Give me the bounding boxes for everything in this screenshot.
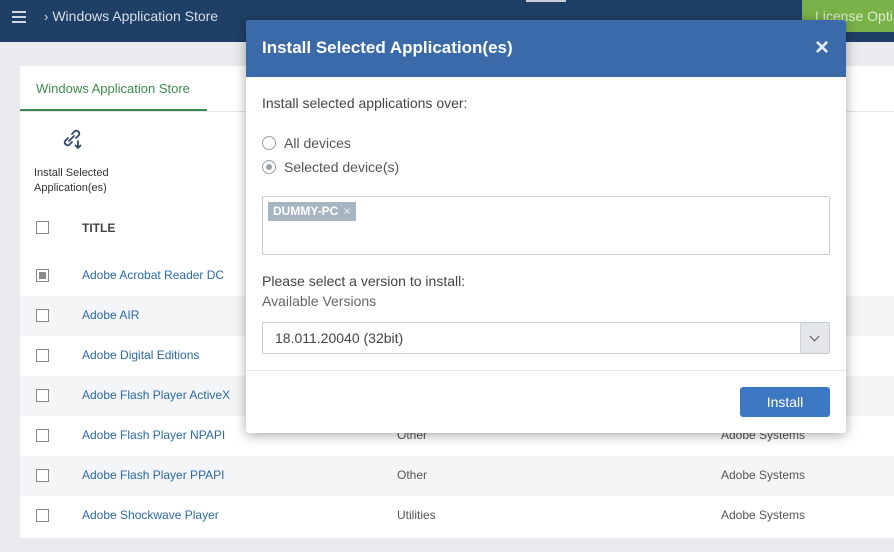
close-icon[interactable]: × <box>812 36 832 60</box>
install-dialog: Install Selected Application(es) × Insta… <box>246 20 846 433</box>
row-checkbox[interactable] <box>36 469 49 482</box>
breadcrumb[interactable]: › Windows Application Store <box>44 8 218 24</box>
version-select[interactable]: 18.011.20040 (32bit) <box>262 322 830 354</box>
row-checkbox[interactable] <box>36 509 49 522</box>
dialog-footer-divider <box>246 370 846 371</box>
row-checkbox[interactable] <box>36 269 49 282</box>
all-devices-label[interactable]: All devices <box>284 135 351 151</box>
row-checkbox[interactable] <box>36 309 49 322</box>
menu-icon[interactable] <box>12 11 26 23</box>
select-all-checkbox[interactable] <box>36 221 49 234</box>
app-name-link[interactable]: Adobe Flash Player ActiveX <box>82 388 230 402</box>
table-row[interactable]: Adobe Shockwave Player Utilities Adobe S… <box>20 496 894 536</box>
tab-windows-application-store[interactable]: Windows Application Store <box>20 66 207 112</box>
row-checkbox[interactable] <box>36 429 49 442</box>
selected-devices-radio[interactable] <box>262 160 276 174</box>
install-over-label: Install selected applications over: <box>262 95 468 111</box>
app-name-link[interactable]: Adobe Acrobat Reader DC <box>82 268 224 282</box>
row-checkbox[interactable] <box>36 349 49 362</box>
row-checkbox[interactable] <box>36 389 49 402</box>
install-button[interactable]: Install <box>740 387 830 417</box>
selected-devices-label[interactable]: Selected device(s) <box>284 159 399 175</box>
version-prompt: Please select a version to install: <box>262 273 466 289</box>
app-category: Other <box>397 468 428 482</box>
install-selected-button-label[interactable]: Install Selected Application(es) <box>34 166 134 196</box>
app-vendor: Adobe Systems <box>721 508 806 522</box>
app-name-link[interactable]: Adobe Flash Player PPAPI <box>82 468 225 482</box>
version-select-value: 18.011.20040 (32bit) <box>275 330 404 346</box>
install-apps-icon[interactable] <box>60 128 84 152</box>
dialog-title: Install Selected Application(es) <box>262 38 513 57</box>
app-category: Utilities <box>397 508 436 522</box>
remove-chip-icon[interactable]: × <box>343 204 350 218</box>
app-name-link[interactable]: Adobe Digital Editions <box>82 348 199 362</box>
available-versions-label: Available Versions <box>262 293 377 309</box>
app-name-link[interactable]: Adobe Shockwave Player <box>82 508 219 522</box>
column-header-title[interactable]: TITLE <box>82 221 115 235</box>
breadcrumb-label: Windows Application Store <box>52 8 219 24</box>
device-chip-label: DUMMY-PC <box>273 204 339 218</box>
table-row[interactable]: Adobe Flash Player PPAPI Other Adobe Sys… <box>20 456 894 496</box>
dialog-header: Install Selected Application(es) × <box>246 20 846 77</box>
app-name-link[interactable]: Adobe Flash Player NPAPI <box>82 428 225 442</box>
top-center-indicator <box>526 0 566 2</box>
app-name-link[interactable]: Adobe AIR <box>82 308 139 322</box>
app-vendor: Adobe Systems <box>721 468 806 482</box>
all-devices-radio[interactable] <box>262 136 276 150</box>
chevron-right-icon: › <box>44 9 49 24</box>
device-chip: DUMMY-PC × <box>268 202 357 221</box>
chevron-down-icon[interactable] <box>800 323 829 353</box>
device-selector-input[interactable]: DUMMY-PC × <box>262 196 830 255</box>
